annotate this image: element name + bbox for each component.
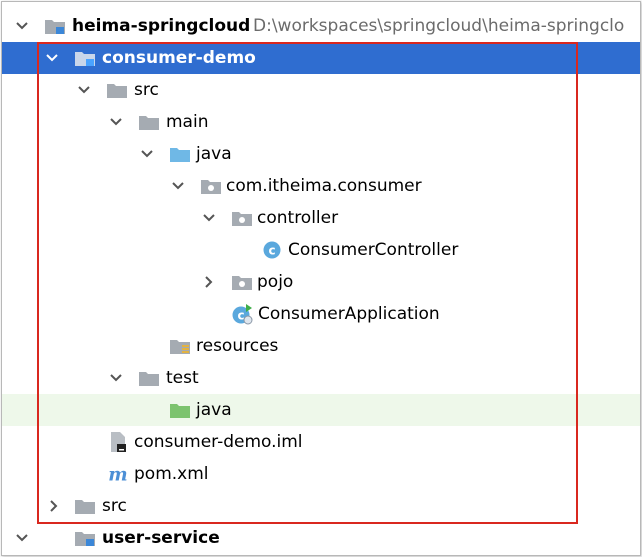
chevron-right-icon[interactable] <box>46 498 62 514</box>
tree-label-root-src: src <box>102 496 127 516</box>
tree-row-src[interactable]: src <box>2 74 640 106</box>
svg-text:m: m <box>108 464 127 484</box>
chevron-down-icon[interactable] <box>44 50 60 66</box>
tree-row-root-src[interactable]: src <box>2 490 640 522</box>
tree-row-user-service[interactable]: user-service <box>2 522 640 554</box>
chevron-down-icon[interactable] <box>108 370 124 386</box>
tree-row-consumer-application[interactable]: c ConsumerApplication <box>2 298 640 330</box>
chevron-down-icon[interactable] <box>139 146 155 162</box>
chevron-down-icon[interactable] <box>14 530 30 546</box>
tree-label-consumer-demo: consumer-demo <box>102 48 256 68</box>
tree-row-package[interactable]: com.itheima.consumer <box>2 170 640 202</box>
package-icon <box>200 177 222 195</box>
resources-folder-icon <box>169 337 191 355</box>
tree-label-src: src <box>134 80 159 100</box>
package-icon <box>231 273 253 291</box>
tree-label-resources: resources <box>196 336 279 356</box>
folder-icon <box>138 113 160 131</box>
maven-icon: m <box>107 464 129 484</box>
chevron-down-icon[interactable] <box>14 18 30 34</box>
folder-icon <box>74 497 96 515</box>
tree-label-consumer-application: ConsumerApplication <box>258 304 440 324</box>
tree-label-java-main: java <box>196 144 232 164</box>
chevron-down-icon[interactable] <box>170 178 186 194</box>
tree-label-pom: pom.xml <box>134 464 209 484</box>
tree-row-consumer-demo[interactable]: consumer-demo <box>2 42 640 74</box>
module-path: D:\workspaces\springcloud\heima-springcl… <box>253 16 625 36</box>
tree-label-consumer-controller: ConsumerController <box>288 240 459 260</box>
tree-label-pojo: pojo <box>257 272 294 292</box>
class-icon: c <box>261 241 283 259</box>
tree-row-controller[interactable]: controller <box>2 202 640 234</box>
svg-text:c: c <box>268 244 275 258</box>
chevron-down-icon[interactable] <box>76 82 92 98</box>
iml-file-icon <box>107 432 129 452</box>
tree-label-user-service: user-service <box>102 528 220 548</box>
package-icon <box>231 209 253 227</box>
chevron-down-icon[interactable] <box>108 114 124 130</box>
tree-row-main[interactable]: main <box>2 106 640 138</box>
tree-label-controller: controller <box>257 208 339 228</box>
tree-row-test[interactable]: test <box>2 362 640 394</box>
tree-row-iml[interactable]: consumer-demo.iml <box>2 426 640 458</box>
tree-row-java-main[interactable]: java <box>2 138 640 170</box>
folder-icon <box>138 369 160 387</box>
tree-label-package: com.itheima.consumer <box>226 176 422 196</box>
tree-row-consumer-controller[interactable]: c ConsumerController <box>2 234 640 266</box>
project-tree-panel: heima-springcloud D:\workspaces\springcl… <box>1 1 641 556</box>
tree-label-test: test <box>166 368 199 388</box>
tree-row-pom[interactable]: m pom.xml <box>2 458 640 490</box>
chevron-right-icon[interactable] <box>201 274 217 290</box>
spring-boot-class-icon: c <box>231 304 253 325</box>
source-root-icon <box>169 145 191 163</box>
tree-row-root[interactable]: heima-springcloud D:\workspaces\springcl… <box>2 10 640 42</box>
module-folder-icon <box>74 49 96 67</box>
tree-row-pojo[interactable]: pojo <box>2 266 640 298</box>
tree-label-root: heima-springcloud <box>72 16 251 36</box>
module-folder-icon <box>44 17 66 35</box>
tree-row-java-test[interactable]: java <box>2 394 640 426</box>
test-root-icon <box>169 401 191 419</box>
tree-label-java-test: java <box>196 400 232 420</box>
chevron-down-icon[interactable] <box>201 210 217 226</box>
tree-row-resources[interactable]: resources <box>2 330 640 362</box>
folder-icon <box>106 81 128 99</box>
tree-label-main: main <box>166 112 209 132</box>
tree-label-iml: consumer-demo.iml <box>134 432 303 452</box>
module-folder-icon <box>74 529 96 547</box>
svg-text:c: c <box>237 309 244 323</box>
